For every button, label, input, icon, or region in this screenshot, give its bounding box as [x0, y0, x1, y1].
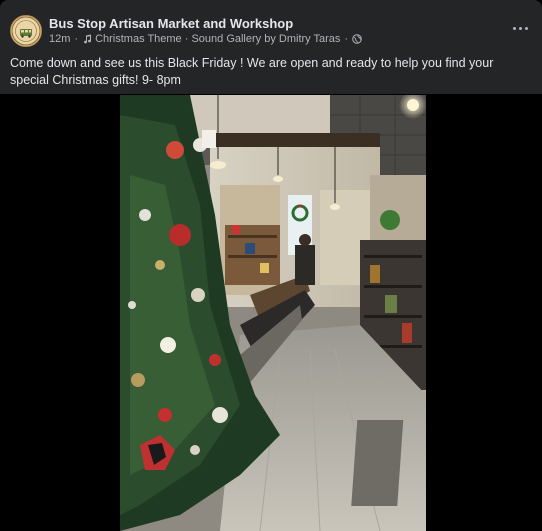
- more-dot-icon: [518, 26, 522, 30]
- post-caption: Come down and see us this Black Friday !…: [10, 56, 494, 87]
- audio-track-link[interactable]: Christmas Theme · Sound Gallery by Dmitr…: [95, 33, 340, 45]
- more-options-button[interactable]: [510, 20, 530, 36]
- store-interior-video-frame: [120, 95, 426, 531]
- globe-icon[interactable]: [352, 34, 362, 44]
- bus-stop-logo-icon: [11, 16, 41, 46]
- post-video[interactable]: [120, 95, 426, 531]
- music-note-icon: [84, 34, 92, 44]
- post-timestamp[interactable]: 12m: [49, 33, 70, 45]
- page-avatar[interactable]: [10, 15, 42, 47]
- post-meta: 12m · Christmas Theme · Sound Gallery by…: [49, 33, 362, 45]
- meta-separator-2: ·: [344, 33, 349, 45]
- meta-separator: ·: [74, 33, 79, 45]
- more-dot-icon: [524, 26, 528, 30]
- post-header-card: Bus Stop Artisan Market and Workshop 12m…: [0, 0, 542, 94]
- page-name-link[interactable]: Bus Stop Artisan Market and Workshop: [49, 16, 293, 31]
- more-dot-icon: [512, 26, 516, 30]
